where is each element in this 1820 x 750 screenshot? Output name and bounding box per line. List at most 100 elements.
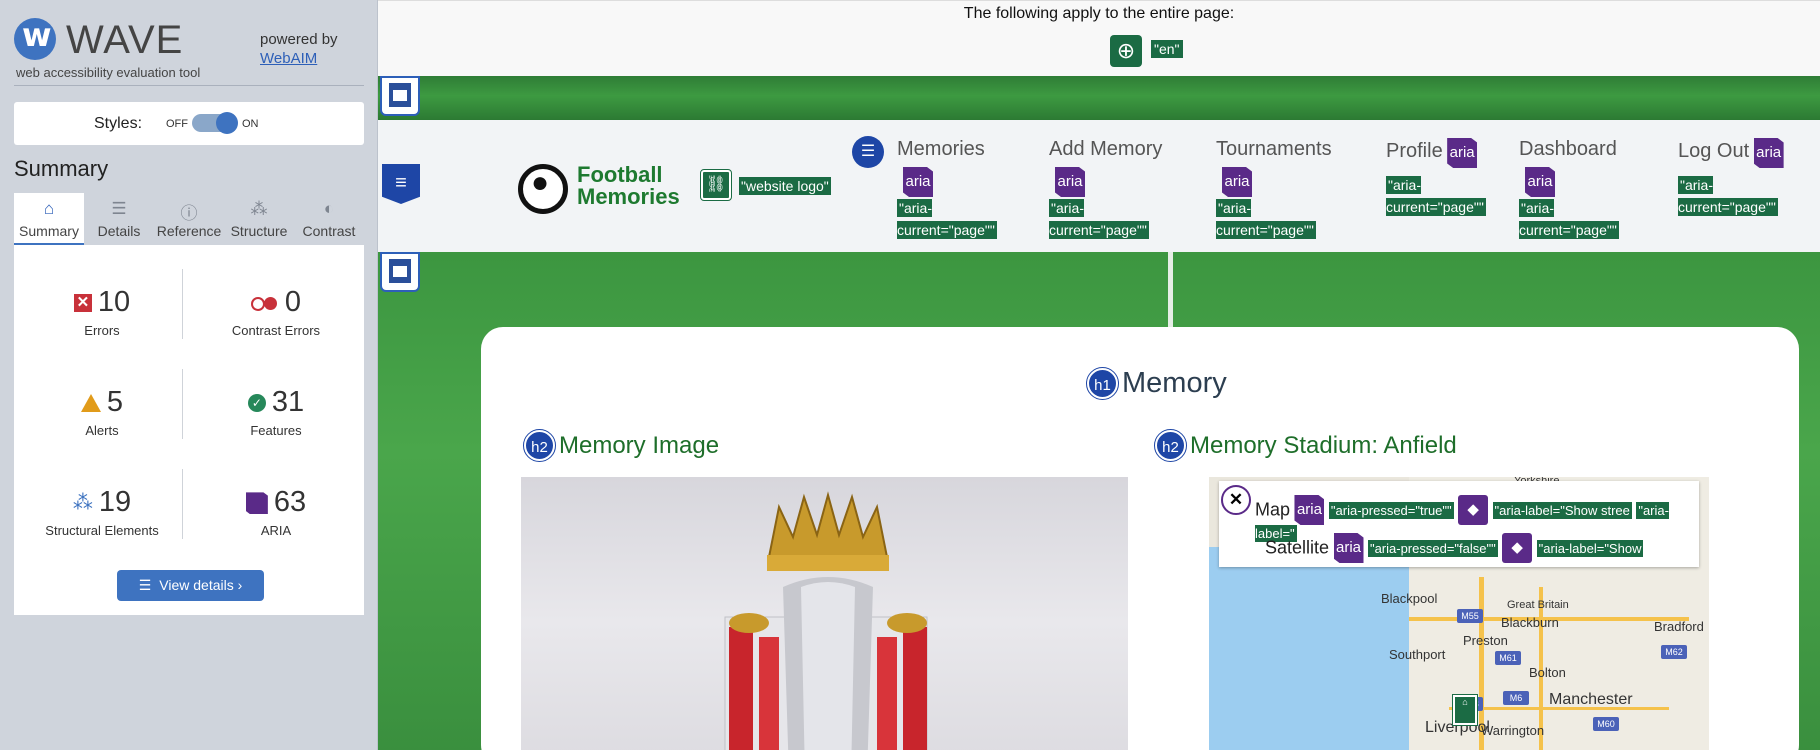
header-region-icon[interactable] <box>380 76 420 116</box>
nav-label[interactable]: Log Out <box>1678 140 1749 162</box>
memory-stadium-heading: Memory Stadium: Anfield <box>1190 431 1457 459</box>
aria-badge-icon[interactable]: aria <box>1222 167 1252 197</box>
nav-label[interactable]: Dashboard <box>1519 138 1669 161</box>
place-label: Blackburn <box>1501 615 1559 630</box>
contrast-stat[interactable]: 0 Contrast Errors <box>196 285 356 338</box>
aria-current-label: "aria-current="page"" <box>1216 199 1316 239</box>
nav-item-profile[interactable]: Profile aria "aria-current="page"" <box>1386 138 1506 218</box>
view-details-label: View details › <box>159 577 243 593</box>
toggle-knob[interactable] <box>216 112 238 134</box>
alerts-count: 5 <box>106 386 124 418</box>
wave-logo-icon[interactable] <box>14 16 56 60</box>
structure-stat[interactable]: ⁂ 19 Structural Elements <box>22 485 182 538</box>
webaim-link[interactable]: WebAIM <box>260 50 317 67</box>
memory-image <box>521 477 1128 750</box>
brand-text[interactable]: Football Memories <box>577 164 680 208</box>
tab-label: Reference <box>156 223 222 239</box>
aria-badge-icon[interactable]: aria <box>903 167 933 197</box>
unordered-list-icon[interactable]: ☰ <box>852 136 884 168</box>
wave-sidebar: WAVE web accessibility evaluation tool p… <box>0 0 378 750</box>
tab-contrast[interactable]: ◐ Contrast <box>294 193 364 245</box>
language-globe-icon[interactable]: ⊕ <box>1110 35 1142 67</box>
main-region-icon[interactable] <box>380 252 420 292</box>
tab-summary[interactable]: ⌂ Summary <box>14 193 84 245</box>
map-marker-icon[interactable]: ⌂ <box>1452 694 1478 726</box>
nav-item-tournaments[interactable]: Tournaments aria "aria-current="page"" <box>1216 138 1376 241</box>
nav-item-add-memory[interactable]: Add Memory aria "aria-current="page"" <box>1049 138 1199 241</box>
feature-check-icon: ✓ <box>247 394 266 413</box>
styles-label: Styles: <box>94 115 143 132</box>
heading-memory-stadium: h2 Memory Stadium: Anfield <box>1154 429 1457 462</box>
aria-badge-icon[interactable]: aria <box>1055 167 1085 197</box>
aria-icon <box>245 492 268 515</box>
aria-current-label: "aria-current="page"" <box>897 199 997 239</box>
stadium-map[interactable]: Yorkshire Blackpool Great Britain Blackb… <box>1209 477 1709 750</box>
aria-badge-icon[interactable]: aria <box>1333 533 1364 563</box>
nav-label[interactable]: Profile <box>1386 140 1443 162</box>
road-shield: M62 <box>1661 645 1687 659</box>
brand-line-2: Memories <box>577 184 680 209</box>
aria-current-label: "aria-current="page"" <box>1678 176 1778 216</box>
map-button[interactable]: Map <box>1255 500 1290 520</box>
map-type-satellite-row[interactable]: Satellite aria "aria-pressed="false"" ◆ … <box>1265 533 1644 565</box>
errors-count: 10 <box>97 286 131 318</box>
trophy-image <box>724 491 928 750</box>
heading-memory: h1 Memory <box>1086 367 1227 400</box>
site-navbar: ≡ Football Memories ⛓ "website logo" ☰ M… <box>378 120 1820 252</box>
aria-badge-icon[interactable]: aria <box>1525 167 1555 197</box>
toggle-off-label: OFF <box>166 118 188 130</box>
nav-label[interactable]: Memories <box>897 138 1047 161</box>
page-notice-bar: The following apply to the entire page: … <box>378 0 1820 76</box>
satellite-button[interactable]: Satellite <box>1265 538 1329 558</box>
nav-item-memories[interactable]: Memories aria "aria-current="page"" <box>897 138 1047 241</box>
aria-current-label: "aria-current="page"" <box>1049 199 1149 239</box>
tab-label: Structure <box>230 223 288 239</box>
tab-structure[interactable]: ⁂ Structure <box>224 193 294 245</box>
aria-stat[interactable]: 63 ARIA <box>196 485 356 538</box>
place-label: Blackpool <box>1381 591 1438 606</box>
structure-count: 19 <box>98 486 132 518</box>
tag-icon[interactable]: ◆ <box>1502 533 1533 563</box>
features-stat[interactable]: ✓ 31 Features <box>196 385 356 438</box>
tab-label: Summary <box>19 223 79 239</box>
h1-badge-icon[interactable]: h1 <box>1086 367 1119 400</box>
tab-reference[interactable]: ⓘ Reference <box>154 193 224 245</box>
road-shield: M61 <box>1495 651 1521 665</box>
wave-logo-text[interactable]: WAVE <box>66 18 183 63</box>
h2-badge-icon[interactable]: h2 <box>1154 429 1187 462</box>
road-shield: M55 <box>1457 609 1483 623</box>
grass-background <box>378 76 1820 120</box>
divider <box>182 269 183 339</box>
features-label: Features <box>250 423 302 438</box>
close-icon[interactable]: ✕ <box>1221 485 1251 515</box>
styles-toggle-panel: Styles: OFF ON <box>14 102 364 145</box>
aria-badge-icon[interactable]: aria <box>1753 138 1784 168</box>
nav-label[interactable]: Add Memory <box>1049 138 1199 161</box>
structure-label: Structural Elements <box>45 523 159 538</box>
styles-toggle[interactable] <box>192 112 238 134</box>
map-type-controls: ✕ Map aria "aria-pressed="true"" ◆ "aria… <box>1219 481 1699 567</box>
nav-item-dashboard[interactable]: Dashboard aria "aria-current="page"" <box>1519 138 1669 241</box>
contrast-label: Contrast Errors <box>231 323 321 338</box>
page-notice-text: The following apply to the entire page: <box>963 5 1235 22</box>
place-label: Bradford <box>1654 619 1704 634</box>
view-details-button[interactable]: ☰ View details › <box>117 570 264 601</box>
memory-card: h1 Memory h2 Memory Image h2 Memory Stadium… <box>481 327 1799 750</box>
errors-stat[interactable]: ✕ 10 Errors <box>22 285 182 338</box>
aria-badge-icon[interactable]: aria <box>1294 495 1325 525</box>
linked-image-icon[interactable]: ⛓ <box>700 169 732 201</box>
nav-item-log-out[interactable]: Log Out aria "aria-current="page"" <box>1678 138 1818 218</box>
contrast-count: 0 <box>284 286 302 318</box>
errors-label: Errors <box>84 323 120 338</box>
aria-badge-icon[interactable]: aria <box>1447 138 1478 168</box>
alerts-stat[interactable]: 5 Alerts <box>22 385 182 438</box>
summary-panel: ✕ 10 Errors 0 Contrast Errors 5 Alerts ✓ 3… <box>14 245 364 615</box>
navigation-region-icon[interactable]: ≡ <box>382 164 420 204</box>
tab-details[interactable]: ☰ Details <box>84 193 154 245</box>
nav-label[interactable]: Tournaments <box>1216 138 1376 161</box>
features-count: 31 <box>271 386 305 418</box>
football-logo-icon[interactable] <box>518 164 568 214</box>
map-type-map-row[interactable]: Map aria "aria-pressed="true"" ◆ "aria-l… <box>1255 495 1699 543</box>
h2-badge-icon[interactable]: h2 <box>523 429 556 462</box>
tag-icon[interactable]: ◆ <box>1458 495 1489 525</box>
